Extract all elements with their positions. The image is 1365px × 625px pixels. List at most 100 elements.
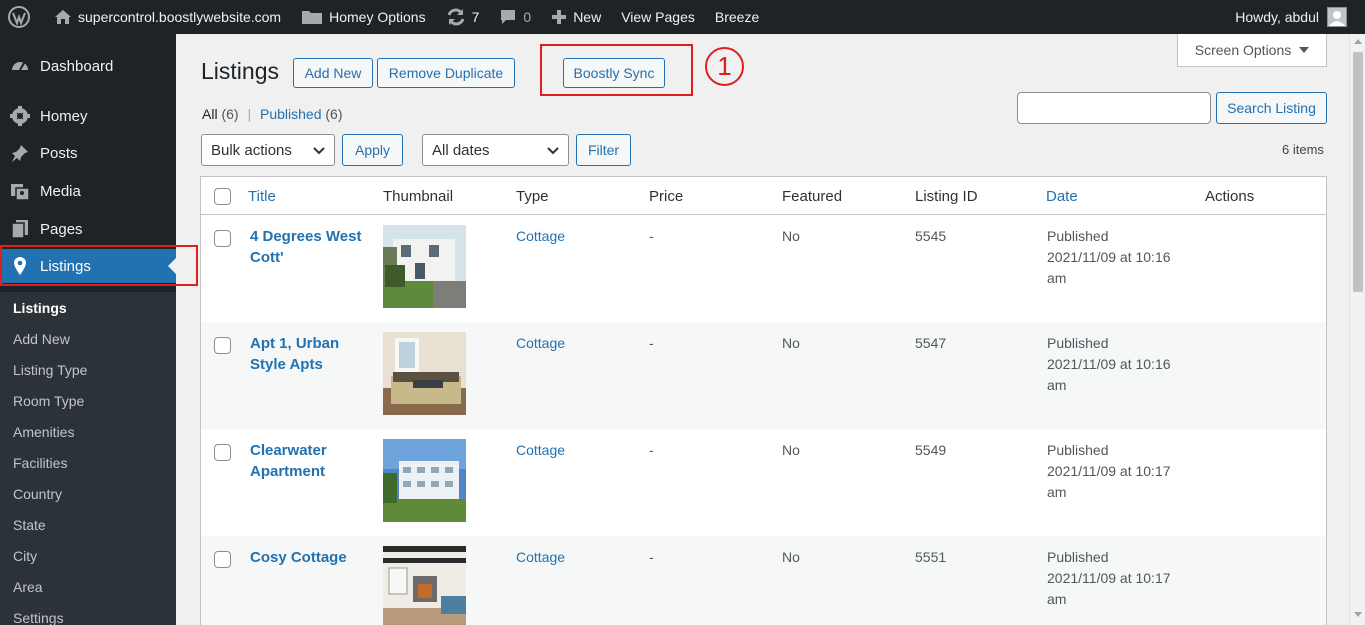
listing-thumbnail[interactable] bbox=[383, 225, 466, 308]
sidebar-item-dashboard[interactable]: Dashboard bbox=[0, 49, 176, 83]
row-checkbox[interactable] bbox=[214, 444, 231, 461]
listing-featured: No bbox=[782, 549, 800, 565]
submenu-item-add-new[interactable]: Add New bbox=[13, 331, 70, 347]
listing-type-link[interactable]: Cottage bbox=[516, 333, 565, 354]
active-arrow bbox=[168, 258, 176, 274]
listing-type-link[interactable]: Cottage bbox=[516, 547, 565, 568]
listings-table: Title Thumbnail Type Price Featured List… bbox=[200, 176, 1327, 625]
column-date[interactable]: Date bbox=[1046, 188, 1078, 205]
listing-thumbnail[interactable] bbox=[383, 546, 466, 625]
wordpress-icon bbox=[8, 6, 30, 28]
listing-date: Published 2021/11/09 at 10:16 am bbox=[1047, 228, 1171, 286]
status-filter-links: All (6) | Published (6) bbox=[202, 106, 343, 122]
search-listing-button[interactable]: Search Listing bbox=[1216, 92, 1327, 124]
listing-thumbnail[interactable] bbox=[383, 439, 466, 522]
admin-sidebar: Dashboard Homey Posts Media Pages Listin… bbox=[0, 34, 176, 625]
submenu-item-listings[interactable]: Listings bbox=[13, 300, 67, 316]
home-icon bbox=[54, 9, 72, 25]
listing-title-link[interactable]: Apt 1, Urban Style Apts bbox=[250, 333, 370, 375]
comment-icon bbox=[499, 8, 517, 26]
listing-title-link[interactable]: 4 Degrees West Cott' bbox=[250, 226, 370, 268]
submenu-item-facilities[interactable]: Facilities bbox=[13, 455, 67, 471]
add-new-button[interactable]: Add New bbox=[293, 58, 373, 88]
step-callout: 1 bbox=[705, 47, 744, 86]
listing-type-link[interactable]: Cottage bbox=[516, 440, 565, 461]
table-row: Cosy Cottage Cottage - No 5551 Published… bbox=[201, 536, 1326, 625]
admin-bar: supercontrol.boostlywebsite.com Homey Op… bbox=[0, 0, 1365, 34]
table-row: Clearwater Apartment Cottage - No 5549 P… bbox=[201, 429, 1326, 536]
listing-date: Published 2021/11/09 at 10:16 am bbox=[1047, 335, 1171, 393]
listing-id: 5551 bbox=[915, 549, 947, 565]
column-featured: Featured bbox=[782, 188, 843, 205]
table-row: 4 Degrees West Cott' Cottage - No 5545 P… bbox=[201, 215, 1326, 322]
filter-published-link[interactable]: Published bbox=[260, 106, 322, 122]
submenu-item-listing-type[interactable]: Listing Type bbox=[13, 362, 87, 378]
site-name-link[interactable]: supercontrol.boostlywebsite.com bbox=[46, 0, 289, 34]
screen-options-button[interactable]: Screen Options bbox=[1177, 34, 1327, 67]
listing-price: - bbox=[649, 228, 654, 244]
listing-date: Published 2021/11/09 at 10:17 am bbox=[1047, 549, 1171, 607]
listing-title-link[interactable]: Cosy Cottage bbox=[250, 547, 370, 568]
filter-button[interactable]: Filter bbox=[576, 134, 631, 166]
scroll-down-icon[interactable] bbox=[1354, 612, 1362, 617]
apply-button[interactable]: Apply bbox=[342, 134, 403, 166]
dashboard-icon bbox=[10, 56, 30, 76]
listing-featured: No bbox=[782, 228, 800, 244]
caret-down-icon bbox=[1299, 47, 1310, 53]
column-listing-id: Listing ID bbox=[915, 188, 978, 205]
filter-all-link[interactable]: All bbox=[202, 106, 218, 122]
new-content-link[interactable]: New bbox=[543, 0, 609, 34]
listing-title-link[interactable]: Clearwater Apartment bbox=[250, 440, 370, 482]
sidebar-item-pages[interactable]: Pages bbox=[0, 212, 176, 246]
listings-submenu: Listings Add New Listing Type Room Type … bbox=[0, 292, 176, 625]
remove-duplicate-button[interactable]: Remove Duplicate bbox=[377, 58, 515, 88]
listing-type-link[interactable]: Cottage bbox=[516, 226, 565, 247]
plus-icon bbox=[551, 9, 567, 25]
submenu-item-city[interactable]: City bbox=[13, 548, 37, 564]
location-pin-icon bbox=[10, 256, 30, 276]
scroll-up-icon[interactable] bbox=[1354, 39, 1362, 44]
comments-link[interactable]: 0 bbox=[491, 0, 539, 34]
column-type: Type bbox=[516, 188, 549, 205]
sidebar-item-media[interactable]: Media bbox=[0, 174, 176, 208]
search-input[interactable] bbox=[1017, 92, 1211, 124]
bulk-actions-select[interactable]: Bulk actions bbox=[201, 134, 335, 166]
column-title[interactable]: Title bbox=[248, 188, 276, 205]
homey-options-link[interactable]: Homey Options bbox=[293, 0, 433, 34]
listing-date: Published 2021/11/09 at 10:17 am bbox=[1047, 442, 1171, 500]
row-checkbox[interactable] bbox=[214, 337, 231, 354]
view-pages-link[interactable]: View Pages bbox=[613, 0, 703, 34]
submenu-item-state[interactable]: State bbox=[13, 517, 46, 533]
breeze-link[interactable]: Breeze bbox=[707, 0, 767, 34]
listing-price: - bbox=[649, 442, 654, 458]
chevron-down-icon bbox=[547, 147, 559, 155]
refresh-icon bbox=[446, 8, 466, 26]
column-price: Price bbox=[649, 188, 684, 205]
row-checkbox[interactable] bbox=[214, 230, 231, 247]
listing-featured: No bbox=[782, 442, 800, 458]
page-scrollbar[interactable] bbox=[1349, 34, 1365, 625]
select-all-checkbox[interactable] bbox=[214, 188, 231, 205]
sidebar-item-listings[interactable]: Listings bbox=[0, 249, 176, 283]
wordpress-logo-button[interactable] bbox=[0, 0, 46, 34]
scroll-thumb[interactable] bbox=[1353, 52, 1363, 292]
media-icon bbox=[10, 181, 30, 201]
pin-icon bbox=[10, 143, 30, 163]
row-checkbox[interactable] bbox=[214, 551, 231, 568]
folder-icon bbox=[301, 9, 323, 25]
boostly-sync-button[interactable]: Boostly Sync bbox=[563, 58, 665, 88]
updates-link[interactable]: 7 bbox=[438, 0, 488, 34]
sidebar-item-posts[interactable]: Posts bbox=[0, 136, 176, 170]
submenu-item-country[interactable]: Country bbox=[13, 486, 62, 502]
sidebar-item-homey[interactable]: Homey bbox=[0, 99, 176, 133]
my-account-link[interactable]: Howdy, abdul bbox=[1235, 0, 1365, 34]
submenu-item-room-type[interactable]: Room Type bbox=[13, 393, 84, 409]
column-actions: Actions bbox=[1205, 188, 1255, 205]
submenu-item-settings[interactable]: Settings bbox=[13, 610, 64, 625]
site-name: supercontrol.boostlywebsite.com bbox=[78, 9, 282, 25]
listing-thumbnail[interactable] bbox=[383, 332, 466, 415]
column-thumbnail: Thumbnail bbox=[383, 188, 454, 205]
submenu-item-area[interactable]: Area bbox=[13, 579, 43, 595]
date-filter-select[interactable]: All dates bbox=[422, 134, 569, 166]
submenu-item-amenities[interactable]: Amenities bbox=[13, 424, 74, 440]
